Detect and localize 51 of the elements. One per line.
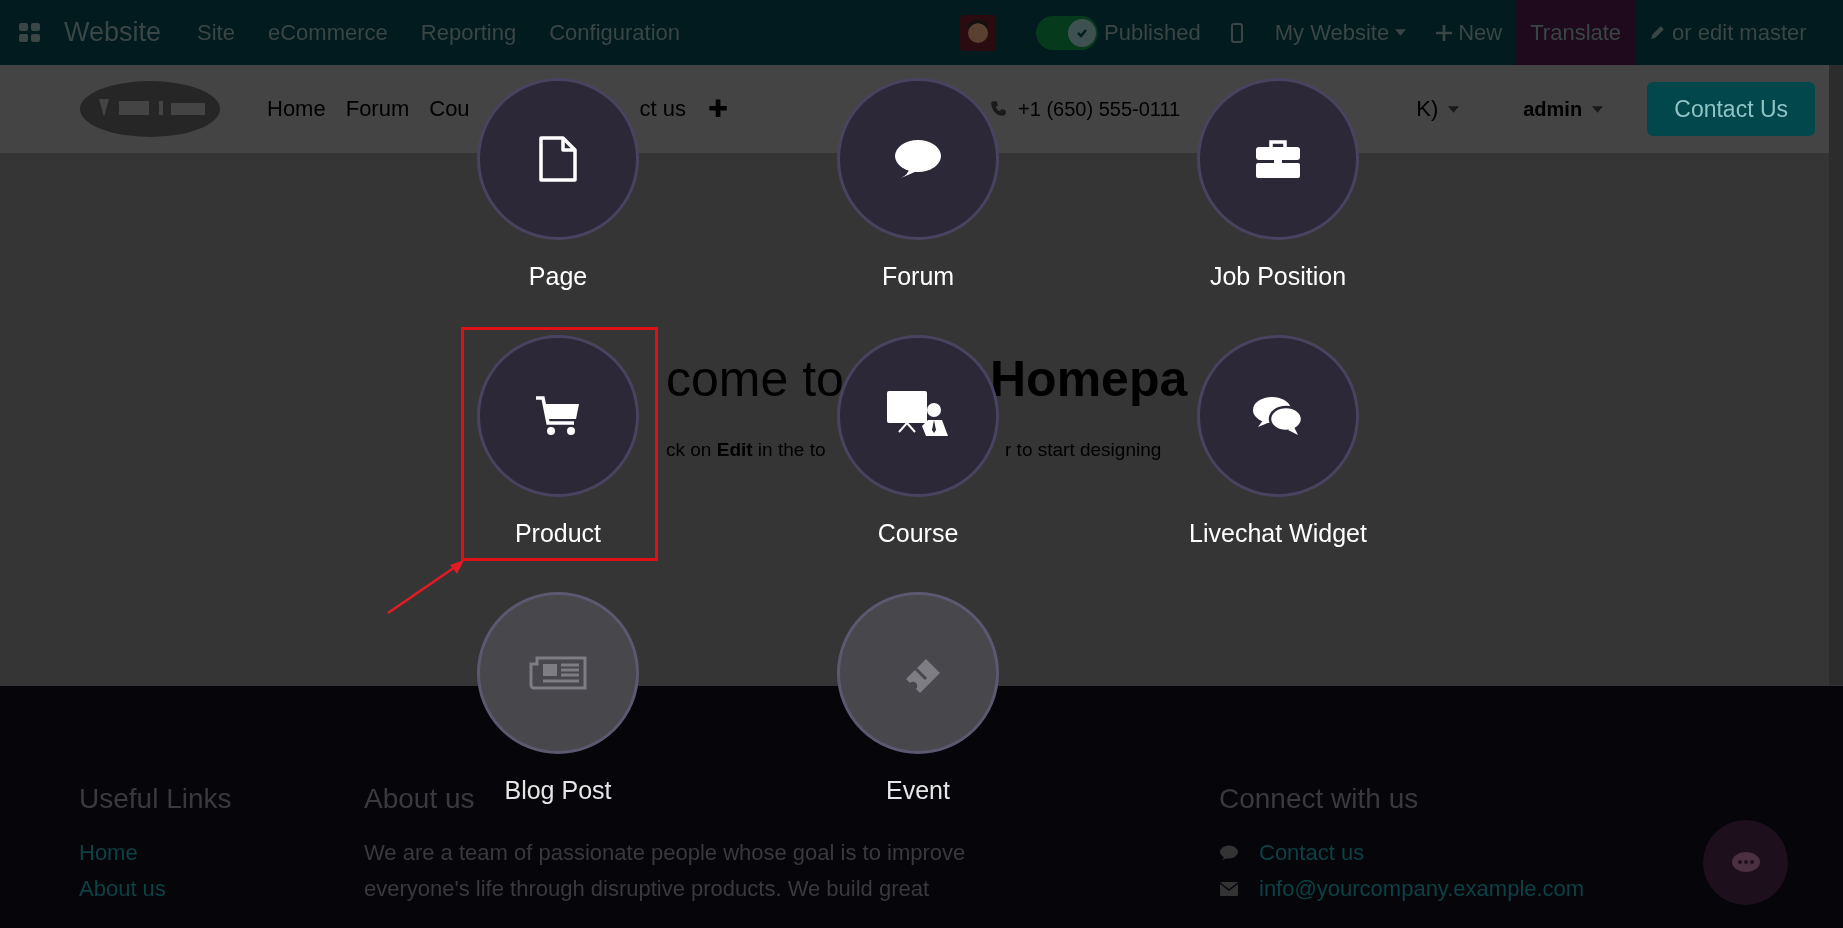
briefcase-icon	[1255, 139, 1301, 179]
edit-master-link[interactable]: or edit master	[1649, 19, 1807, 46]
menu-item[interactable]: eCommerce	[267, 19, 388, 46]
speech-bubble-icon	[893, 138, 943, 180]
new-content-label: Livechat Widget	[1189, 519, 1367, 548]
nav-link[interactable]: Cou	[429, 96, 470, 122]
avatar-icon[interactable]	[960, 14, 997, 51]
contact-link[interactable]: Contact us	[1259, 835, 1365, 871]
menu-item[interactable]: Reporting	[420, 19, 517, 46]
phone-number: +1 (650) 555-0111	[1018, 97, 1181, 121]
new-content-label: Blog Post	[504, 776, 612, 805]
contact-us-button[interactable]: Contact Us	[1647, 82, 1816, 136]
language-selector[interactable]: K)	[1416, 96, 1460, 122]
new-content-label: Forum	[881, 262, 955, 291]
app-name[interactable]: Website	[64, 17, 162, 48]
caret-icon	[1592, 105, 1604, 113]
new-content-label: Job Position	[1209, 262, 1347, 291]
published-toggle[interactable]	[1036, 15, 1099, 50]
footer-link[interactable]: Home	[79, 835, 138, 871]
chat-bubbles-icon	[1252, 395, 1304, 437]
caret-icon	[1448, 105, 1460, 113]
envelope-icon	[1219, 881, 1239, 897]
user-menu[interactable]: admin	[1523, 97, 1604, 121]
nav-link[interactable]: ct us	[639, 96, 687, 122]
published-label: Published	[1104, 19, 1201, 46]
scrollbar[interactable]	[1829, 65, 1843, 685]
new-content-label: Product	[514, 519, 602, 548]
menu-item[interactable]: Site	[197, 19, 235, 46]
page-icon	[538, 135, 578, 183]
new-button[interactable]: New	[1436, 19, 1503, 46]
new-content-label: Page	[528, 262, 588, 291]
add-menu-item[interactable]: ✚	[708, 95, 729, 123]
translate-button[interactable]: Translate	[1516, 0, 1636, 65]
contact-link[interactable]: info@yourcompany.example.com	[1259, 871, 1585, 907]
footer-link[interactable]: About us	[79, 871, 166, 907]
new-content-label: Event	[886, 776, 950, 805]
new-content-label: Course	[877, 519, 959, 548]
newspaper-icon	[529, 654, 587, 692]
comment-icon	[1219, 844, 1239, 862]
chat-icon	[1730, 850, 1761, 875]
caret-icon	[1395, 29, 1407, 36]
menu-item[interactable]: Configuration	[549, 19, 681, 46]
plus-icon	[1436, 24, 1453, 41]
apps-grid-icon[interactable]	[18, 20, 42, 45]
website-switcher[interactable]: My Website	[1274, 19, 1407, 46]
nav-link[interactable]: Forum	[345, 96, 410, 122]
mobile-icon[interactable]	[1230, 22, 1243, 43]
cart-icon	[535, 395, 581, 437]
pencil-icon	[1649, 24, 1667, 41]
nav-link[interactable]: Home	[267, 96, 326, 122]
phone-icon	[990, 100, 1009, 118]
